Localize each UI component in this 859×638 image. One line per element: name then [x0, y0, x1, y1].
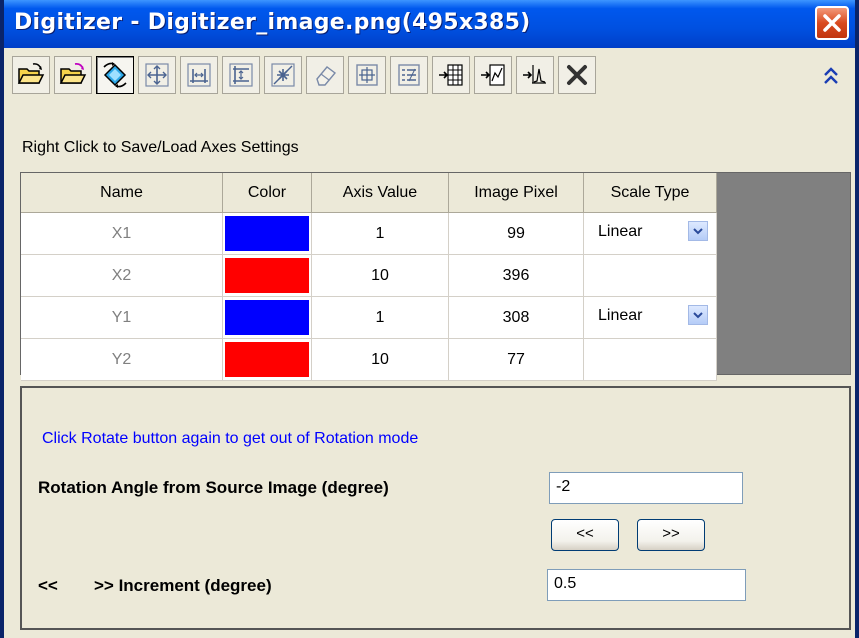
y-axis-icon: [229, 63, 253, 87]
scale-type-dropdown[interactable]: [688, 221, 708, 241]
window-title: Digitizer - Digitizer_image.png(495x385): [14, 10, 531, 35]
axes-settings-hint: Right Click to Save/Load Axes Settings: [22, 139, 299, 156]
cell-axis-value[interactable]: 1: [311, 296, 449, 339]
export-table-icon: [439, 64, 463, 86]
scale-type-dropdown[interactable]: [688, 305, 708, 325]
y-axis-button[interactable]: [222, 56, 260, 94]
rotate-left-button[interactable]: <<: [551, 519, 619, 551]
increment-prefix: <<: [38, 576, 58, 595]
rotate-image-icon: [103, 62, 127, 88]
rotation-hint: Click Rotate button again to get out of …: [42, 430, 419, 447]
cell-scale-type[interactable]: Linear: [583, 296, 717, 339]
cell-scale-type: [583, 338, 717, 381]
col-header-image-pixel[interactable]: Image Pixel: [448, 173, 584, 213]
x-axis-button[interactable]: [180, 56, 218, 94]
cell-color[interactable]: [222, 212, 312, 255]
export-peak-icon: [523, 65, 546, 84]
chevron-down-icon: [693, 228, 703, 235]
increment-label: >> Increment (degree): [94, 576, 272, 595]
cell-name: X1: [21, 212, 223, 255]
eraser-icon: [316, 66, 337, 86]
export-chart-icon: [481, 64, 505, 86]
data-list-icon: [398, 64, 420, 86]
delete-icon: [567, 65, 587, 85]
open-image-button[interactable]: [12, 56, 50, 94]
double-chevron-up-icon: [824, 67, 838, 84]
cell-image-pixel[interactable]: 99: [448, 212, 584, 255]
scale-type-value: Linear: [598, 307, 643, 324]
color-swatch[interactable]: [225, 342, 309, 377]
zoom-point-button[interactable]: [348, 56, 386, 94]
rotate-right-button[interactable]: >>: [637, 519, 705, 551]
axes-grid: Name Color Axis Value Image Pixel Scale …: [20, 172, 851, 381]
move-axes-icon: [145, 63, 169, 87]
delete-button[interactable]: [558, 56, 596, 94]
cell-axis-value[interactable]: 10: [311, 338, 449, 381]
rotate-button[interactable]: [96, 56, 134, 94]
increment-input[interactable]: 0.5: [547, 569, 746, 601]
add-point-icon: [271, 63, 295, 87]
cell-color[interactable]: [222, 254, 312, 297]
cell-scale-type[interactable]: Linear: [583, 212, 717, 255]
close-icon: [823, 14, 841, 32]
cell-color[interactable]: [222, 296, 312, 339]
col-header-scale-type[interactable]: Scale Type: [583, 173, 717, 213]
col-header-axis-value[interactable]: Axis Value: [311, 173, 449, 213]
color-swatch[interactable]: [225, 300, 309, 335]
cell-name: X2: [21, 254, 223, 297]
color-swatch[interactable]: [225, 258, 309, 293]
open-folder-alt-icon: [59, 62, 87, 84]
move-axes-button[interactable]: [138, 56, 176, 94]
collapse-button[interactable]: [817, 62, 845, 90]
open-settings-button[interactable]: [54, 56, 92, 94]
table-row: Y1 1 308 Linear: [21, 296, 717, 339]
close-button[interactable]: [815, 6, 849, 40]
add-point-button[interactable]: [264, 56, 302, 94]
title-bar[interactable]: Digitizer - Digitizer_image.png(495x385): [4, 0, 855, 48]
cell-axis-value[interactable]: 10: [311, 254, 449, 297]
rotation-angle-input[interactable]: -2: [549, 472, 743, 504]
table-row: Y2 10 77: [21, 338, 717, 381]
cell-color[interactable]: [222, 338, 312, 381]
data-list-button[interactable]: [390, 56, 428, 94]
rotation-angle-label: Rotation Angle from Source Image (degree…: [38, 478, 389, 497]
table-row: X1 1 99 Linear: [21, 212, 717, 255]
rotation-panel: Click Rotate button again to get out of …: [20, 386, 851, 630]
cell-name: Y1: [21, 296, 223, 339]
export-chart-button[interactable]: [474, 56, 512, 94]
cell-axis-value[interactable]: 1: [311, 212, 449, 255]
cell-image-pixel[interactable]: 396: [448, 254, 584, 297]
toolbar: [4, 52, 855, 96]
cell-image-pixel[interactable]: 77: [448, 338, 584, 381]
eraser-button[interactable]: [306, 56, 344, 94]
table-row: X2 10 396: [21, 254, 717, 297]
col-header-name[interactable]: Name: [21, 173, 223, 213]
zoom-point-icon: [356, 64, 378, 86]
cell-name: Y2: [21, 338, 223, 381]
export-table-button[interactable]: [432, 56, 470, 94]
export-peak-button[interactable]: [516, 56, 554, 94]
cell-scale-type: [583, 254, 717, 297]
digitizer-window: Digitizer - Digitizer_image.png(495x385): [0, 0, 859, 638]
header-row: Name Color Axis Value Image Pixel Scale …: [21, 173, 717, 213]
scale-type-value: Linear: [598, 223, 643, 240]
color-swatch[interactable]: [225, 216, 309, 251]
col-header-color[interactable]: Color: [222, 173, 312, 213]
cell-image-pixel[interactable]: 308: [448, 296, 584, 339]
chevron-down-icon: [693, 312, 703, 319]
open-folder-icon: [17, 63, 45, 84]
x-axis-icon: [187, 63, 211, 87]
axes-table: Name Color Axis Value Image Pixel Scale …: [21, 173, 717, 381]
